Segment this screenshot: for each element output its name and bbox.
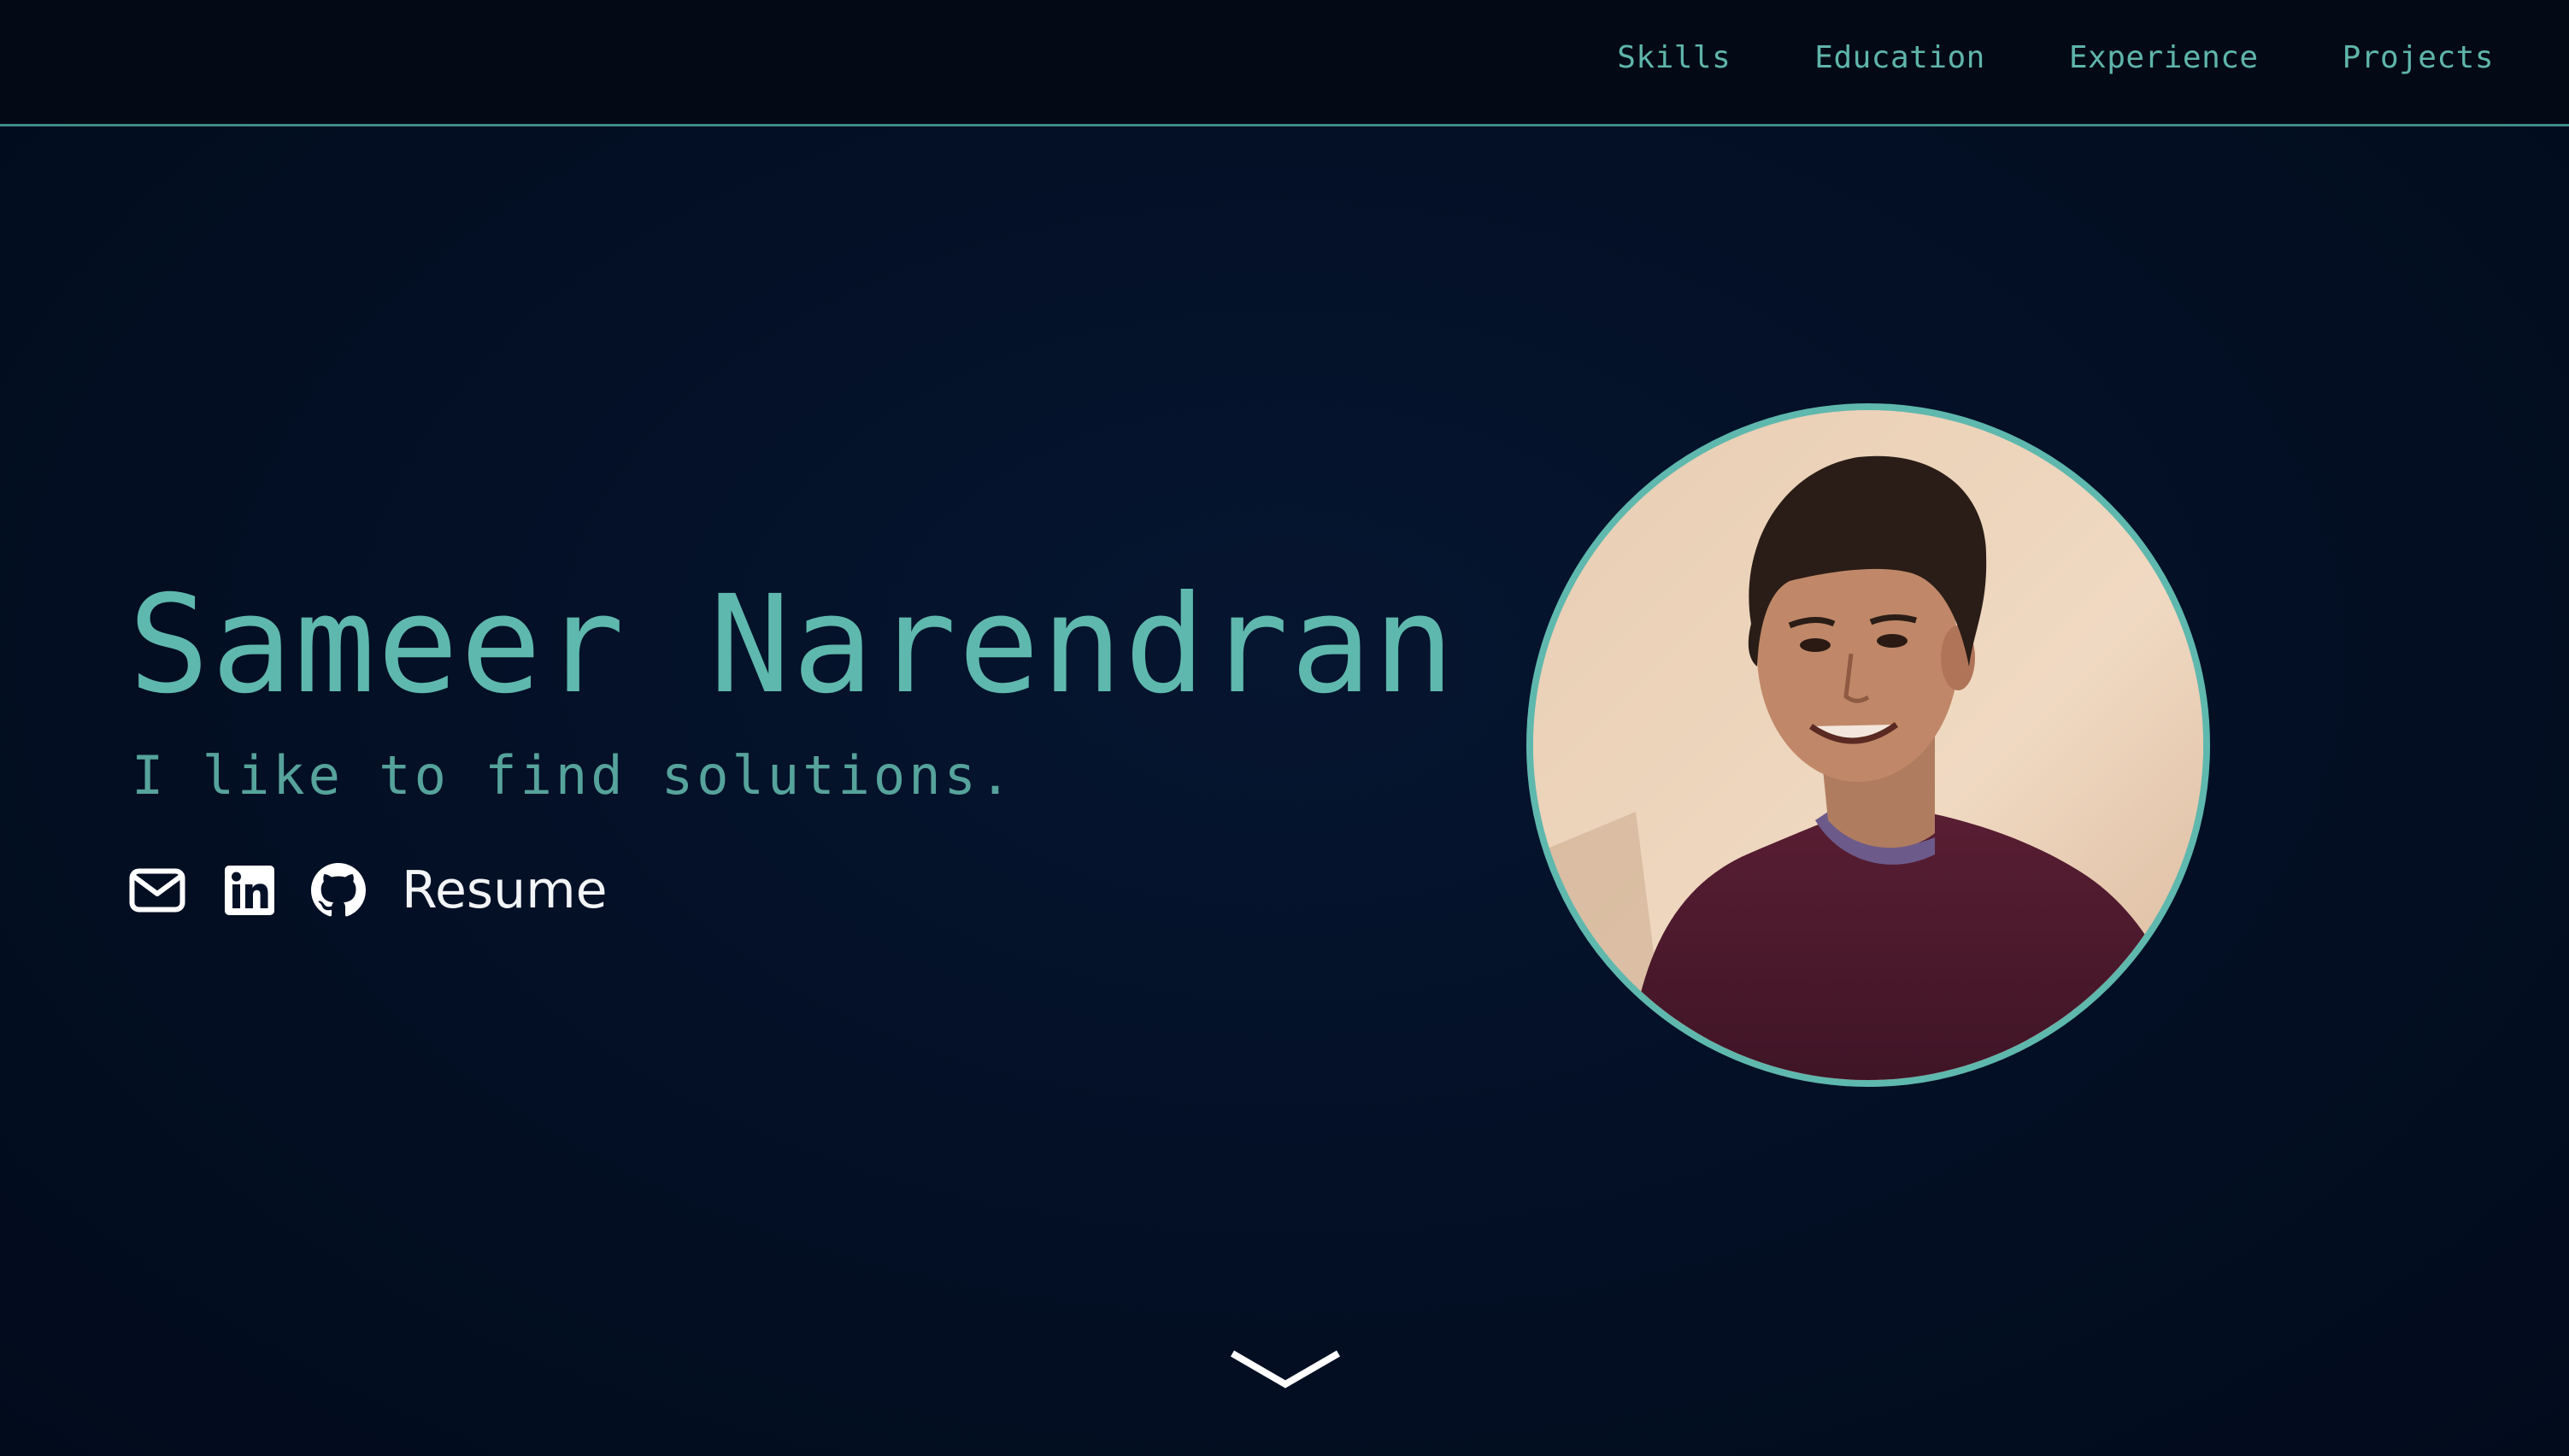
hero-name: Sameer Narendran bbox=[128, 567, 1456, 724]
envelope-icon[interactable] bbox=[128, 861, 186, 919]
nav-link-experience[interactable]: Experience bbox=[2069, 38, 2259, 79]
social-links: Resume bbox=[128, 858, 608, 923]
github-icon[interactable] bbox=[309, 861, 367, 919]
nav-link-education[interactable]: Education bbox=[1814, 38, 1985, 79]
page: Skills Education Experience Projects Sam… bbox=[0, 0, 2569, 1456]
nav-links: Skills Education Experience Projects bbox=[1617, 38, 2494, 79]
resume-link[interactable]: Resume bbox=[402, 858, 608, 923]
github-icon-graphic bbox=[311, 863, 366, 917]
chevron-down-icon-graphic bbox=[1230, 1350, 1341, 1388]
envelope-icon-graphic bbox=[129, 868, 185, 913]
linkedin-icon[interactable] bbox=[220, 861, 279, 919]
chevron-down-icon[interactable] bbox=[1230, 1350, 1341, 1391]
hero-tagline: I like to find solutions. bbox=[132, 744, 1015, 807]
profile-photo-illustration bbox=[1533, 410, 2203, 1080]
nav-link-skills[interactable]: Skills bbox=[1617, 38, 1731, 79]
linkedin-icon-graphic bbox=[225, 866, 274, 915]
profile-photo bbox=[1526, 403, 2210, 1087]
top-navbar: Skills Education Experience Projects bbox=[0, 0, 2569, 126]
nav-link-projects[interactable]: Projects bbox=[2343, 38, 2494, 79]
